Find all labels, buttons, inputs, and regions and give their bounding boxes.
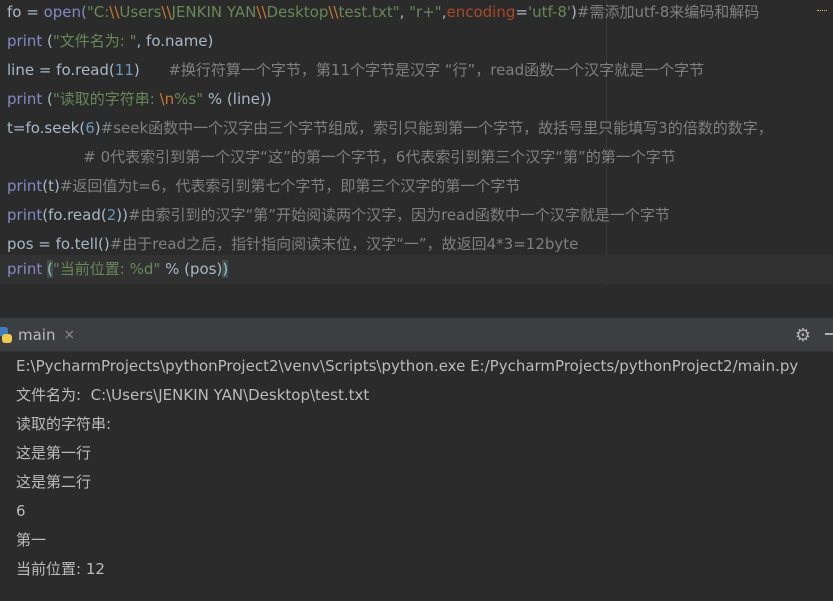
console-line: 这是第一行	[16, 444, 92, 462]
gear-icon[interactable]: ⚙	[795, 325, 811, 346]
code-token: 'utf-8'	[527, 3, 572, 21]
run-console[interactable]: E:\PycharmProjects\pythonProject2\venv\S…	[0, 352, 833, 601]
code-token: print	[7, 260, 43, 278]
console-line: 读取的字符串:	[16, 415, 112, 433]
code-comment: #由索引到的汉字“第”开始阅读两个汉字，因为read函数中一个汉字就是一个字节	[127, 206, 670, 224]
code-line-10-current[interactable]: print ("当前位置: %d" % (pos))	[0, 255, 833, 284]
fold-marker	[817, 10, 827, 12]
code-token: print	[7, 206, 43, 224]
python-icon	[0, 326, 12, 344]
run-tool-window-header: main × ⚙	[0, 318, 833, 352]
code-token: \n	[159, 90, 175, 108]
panel-divider[interactable]	[0, 285, 833, 318]
code-line-8[interactable]: print(fo.read(2))#由索引到的汉字“第”开始阅读两个汉字，因为r…	[7, 201, 670, 230]
console-line: E:\PycharmProjects\pythonProject2\venv\S…	[16, 357, 799, 375]
code-comment: #需添加utf-8来编码和解码	[576, 3, 760, 21]
code-token: %s"	[174, 90, 204, 108]
code-editor[interactable]: fo = open("C:\\Users\\JENKIN YAN\\Deskto…	[0, 0, 833, 285]
code-token: \\	[256, 3, 267, 21]
code-token: "读取的字符串:	[52, 90, 160, 108]
code-token: \\	[109, 3, 120, 21]
code-token: (fo.read(	[42, 206, 107, 224]
code-token: open(	[43, 3, 87, 21]
code-comment: #由于read之后，指针指向阅读末位，汉字“一”，故返回4*3=12byte	[109, 235, 579, 253]
code-comment: #返回值为t=6，代表索引到第七个字节，即第三个汉字的第一个字节	[59, 177, 521, 195]
close-icon[interactable]: ×	[63, 327, 75, 343]
code-token: "文件名为: "	[52, 32, 137, 50]
code-comment: #seek函数中一个汉字由三个字节组成，索引只能到第一个字节，故括号里只能填写3…	[100, 119, 773, 137]
run-tab-main[interactable]: main ×	[0, 318, 80, 351]
run-tab-label: main	[18, 325, 56, 344]
code-token: "r+"	[409, 3, 442, 21]
code-line-7[interactable]: print(t)#返回值为t=6，代表索引到第七个字节，即第三个汉字的第一个字节	[7, 172, 520, 201]
code-token: line = fo.read(	[7, 61, 115, 79]
code-line-2[interactable]: print ("文件名为: ", fo.name)	[7, 27, 213, 56]
minimize-icon[interactable]	[825, 333, 833, 335]
console-line: 文件名为: C:\Users\JENKIN YAN\Desktop\test.t…	[16, 386, 370, 404]
code-token: fo =	[7, 3, 44, 21]
console-line: 第一	[16, 531, 47, 549]
code-token: print	[7, 32, 43, 50]
code-line-6[interactable]: # 0代表索引到第一个汉字“这”的第一个字节，6代表索引到第三个汉字“第”的第一…	[7, 143, 676, 172]
code-token: print	[7, 177, 43, 195]
code-token: % (pos)	[160, 260, 223, 278]
code-token: t=fo.seek(	[7, 119, 86, 137]
console-line: 当前位置: 12	[16, 560, 105, 578]
code-token: \\	[328, 3, 339, 21]
code-token: , fo.name)	[136, 32, 214, 50]
code-line-4[interactable]: print ("读取的字符串: \n%s" % (line))	[7, 85, 272, 114]
code-token: ,	[399, 3, 410, 21]
code-token: (t)	[42, 177, 60, 195]
code-token: "当前位置: %d"	[52, 260, 161, 278]
console-line: 这是第二行	[16, 473, 92, 491]
code-token: Users	[119, 3, 162, 21]
code-token: \\	[161, 3, 172, 21]
code-token: test.txt"	[338, 3, 400, 21]
code-token: Desktop	[266, 3, 329, 21]
code-token: =	[515, 3, 528, 21]
code-comment: # 0代表索引到第一个汉字“这”的第一个字节，6代表索引到第三个汉字“第”的第一…	[7, 148, 676, 166]
code-line-3[interactable]: line = fo.read(11) #换行符算一个字节，第11个字节是汉字 “…	[7, 56, 704, 85]
code-comment: #换行符算一个字节，第11个字节是汉字 “行”，read函数一个汉字就是一个字节	[139, 61, 705, 79]
code-token: ))	[116, 206, 128, 224]
code-token: encoding	[446, 3, 516, 21]
code-token: (	[42, 90, 53, 108]
code-line-1[interactable]: fo = open("C:\\Users\\JENKIN YAN\\Deskto…	[7, 0, 759, 27]
code-token: "C:	[86, 3, 110, 21]
code-token: 11	[114, 61, 134, 79]
console-line: 6	[16, 502, 26, 520]
matched-bracket: )	[222, 260, 229, 278]
code-line-5[interactable]: t=fo.seek(6)#seek函数中一个汉字由三个字节组成，索引只能到第一个…	[7, 114, 773, 143]
code-token: 2	[106, 206, 117, 224]
code-token: 6	[85, 119, 95, 137]
code-token: pos = fo.tell()	[7, 235, 110, 253]
code-token: print	[7, 90, 43, 108]
code-token: % (line))	[203, 90, 272, 108]
code-token: JENKIN YAN	[171, 3, 257, 21]
code-token: (	[42, 32, 53, 50]
